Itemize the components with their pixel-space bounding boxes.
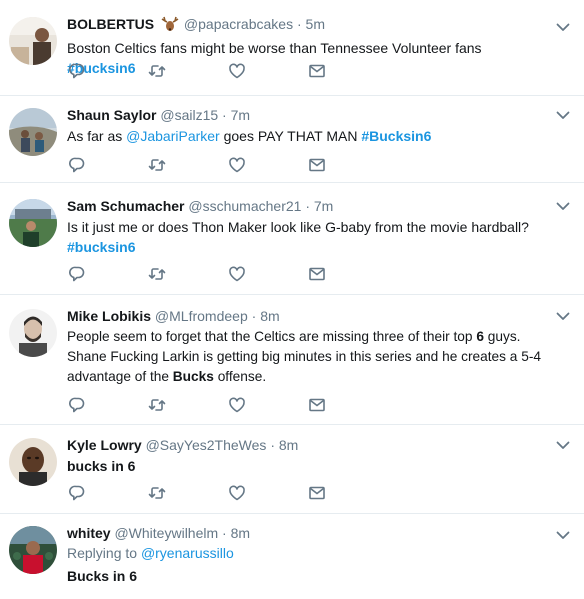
envelope-icon[interactable] (307, 155, 327, 175)
retweet-icon[interactable] (147, 483, 167, 503)
author-handle[interactable]: @Whiteywilhelm (114, 525, 218, 541)
chevron-down-icon[interactable] (556, 199, 570, 213)
retweet-icon[interactable] (147, 264, 167, 284)
heart-icon[interactable] (227, 155, 247, 175)
tweet[interactable]: Kyle Lowry @SayYes2TheWes · 8m bucks in … (0, 425, 584, 514)
tweet-text-part: Is it just me or does Thon Maker look li… (67, 219, 529, 235)
tweet-text-part: People seem to forget that the Celtics a… (67, 329, 477, 344)
tweet-text-part: goes PAY THAT MAN (219, 128, 362, 144)
tweet-timestamp[interactable]: 7m (231, 107, 250, 123)
author-handle[interactable]: @MLfromdeep (155, 308, 248, 324)
hashtag-link[interactable]: #bucksin6 (67, 239, 135, 255)
reply-icon[interactable] (67, 155, 87, 175)
reply-icon[interactable] (67, 395, 87, 415)
tweet-timestamp[interactable]: 5m (306, 16, 325, 32)
tweet-header: Kyle Lowry @SayYes2TheWes · 8m (67, 436, 548, 455)
tweet-actions (67, 61, 347, 81)
author-handle[interactable]: @sschumacher21 (188, 198, 301, 214)
tweet[interactable]: Mike Lobikis @MLfromdeep · 8m People see… (0, 295, 584, 425)
bold-text: Bucks (172, 369, 214, 384)
retweet-icon[interactable] (147, 61, 167, 81)
author-name[interactable]: BOLBERTUS (67, 16, 154, 32)
tweet-actions (67, 483, 347, 503)
tweet-header: whitey @Whiteywilhelm · 8m (67, 524, 548, 543)
author-name[interactable]: Kyle Lowry (67, 437, 142, 453)
author-name[interactable]: Mike Lobikis (67, 308, 151, 324)
tweet-timestamp[interactable]: 8m (231, 525, 250, 541)
mention-link[interactable]: @ryenarussillo (141, 545, 234, 561)
reply-icon[interactable] (67, 61, 87, 81)
tweet-text-part: As far as (67, 128, 127, 144)
avatar[interactable] (9, 199, 57, 247)
heart-icon[interactable] (227, 61, 247, 81)
tweet[interactable]: Shaun Saylor @sailz15 · 7m As far as @Ja… (0, 96, 584, 183)
author-handle[interactable]: @papacrabcakes (184, 16, 293, 32)
envelope-icon[interactable] (307, 264, 327, 284)
replying-to: Replying to @ryenarussillo (67, 543, 548, 563)
separator-dot: · (251, 308, 257, 324)
chevron-down-icon[interactable] (556, 309, 570, 323)
tweet-feed: BOLBERTUS @papacrabcakes · 5m Boston Cel… (0, 0, 584, 599)
tweet-header: Mike Lobikis @MLfromdeep · 8m (67, 307, 548, 326)
tweet-text: People seem to forget that the Celtics a… (67, 327, 548, 387)
retweet-icon[interactable] (147, 395, 167, 415)
heart-icon[interactable] (227, 483, 247, 503)
avatar[interactable] (9, 438, 57, 486)
heart-icon[interactable] (227, 395, 247, 415)
chevron-down-icon[interactable] (556, 108, 570, 122)
tweet-text: As far as @JabariParker goes PAY THAT MA… (67, 126, 548, 146)
chevron-down-icon[interactable] (556, 528, 570, 542)
mention-link[interactable]: @JabariParker (126, 128, 220, 144)
avatar[interactable] (9, 526, 57, 574)
tweet[interactable]: Sam Schumacher @sschumacher21 · 7m Is it… (0, 183, 584, 295)
hashtag-link[interactable]: #Bucksin6 (361, 128, 431, 144)
separator-dot: · (222, 525, 227, 541)
tweet-header: BOLBERTUS @papacrabcakes · 5m (67, 15, 548, 37)
heart-icon[interactable] (227, 264, 247, 284)
tweet[interactable]: BOLBERTUS @papacrabcakes · 5m Boston Cel… (0, 0, 584, 96)
envelope-icon[interactable] (307, 395, 327, 415)
tweet-text: bucks in 6 (67, 458, 136, 474)
separator-dot: · (270, 437, 275, 453)
bold-text: 6 (476, 329, 484, 344)
tweet-text-part: offense. (213, 369, 267, 384)
tweet-text: Is it just me or does Thon Maker look li… (67, 217, 548, 257)
replying-label: Replying to (67, 545, 141, 561)
separator-dot: · (305, 198, 310, 214)
separator-dot: · (222, 107, 227, 123)
envelope-icon[interactable] (307, 61, 327, 81)
chevron-down-icon[interactable] (556, 20, 570, 34)
tweet-actions (67, 264, 347, 284)
tweet-header: Shaun Saylor @sailz15 · 7m (67, 106, 548, 125)
chevron-down-icon[interactable] (556, 438, 570, 452)
avatar[interactable] (9, 17, 57, 65)
tweet-text: Bucks in 6 (67, 568, 138, 584)
tweet-timestamp[interactable]: 8m (279, 437, 298, 453)
reply-icon[interactable] (67, 264, 87, 284)
avatar[interactable] (9, 108, 57, 156)
tweet-timestamp[interactable]: 7m (314, 198, 333, 214)
tweet-timestamp[interactable]: 8m (260, 308, 279, 324)
author-handle[interactable]: @SayYes2TheWes (146, 437, 267, 453)
envelope-icon[interactable] (307, 483, 327, 503)
author-name[interactable]: whitey (67, 525, 111, 541)
tweet-actions (67, 395, 347, 415)
avatar[interactable] (9, 309, 57, 357)
deer-emoji-icon (161, 16, 179, 37)
author-handle[interactable]: @sailz15 (160, 107, 218, 123)
author-name[interactable]: Sam Schumacher (67, 198, 185, 214)
author-name[interactable]: Shaun Saylor (67, 107, 156, 123)
tweet-actions (67, 155, 347, 175)
reply-icon[interactable] (67, 483, 87, 503)
tweet-text-part: Boston Celtics fans might be worse than … (67, 40, 482, 56)
separator-dot: · (296, 16, 302, 32)
tweet[interactable]: whitey @Whiteywilhelm · 8m Replying to @… (0, 514, 584, 599)
retweet-icon[interactable] (147, 155, 167, 175)
tweet-header: Sam Schumacher @sschumacher21 · 7m (67, 197, 548, 216)
